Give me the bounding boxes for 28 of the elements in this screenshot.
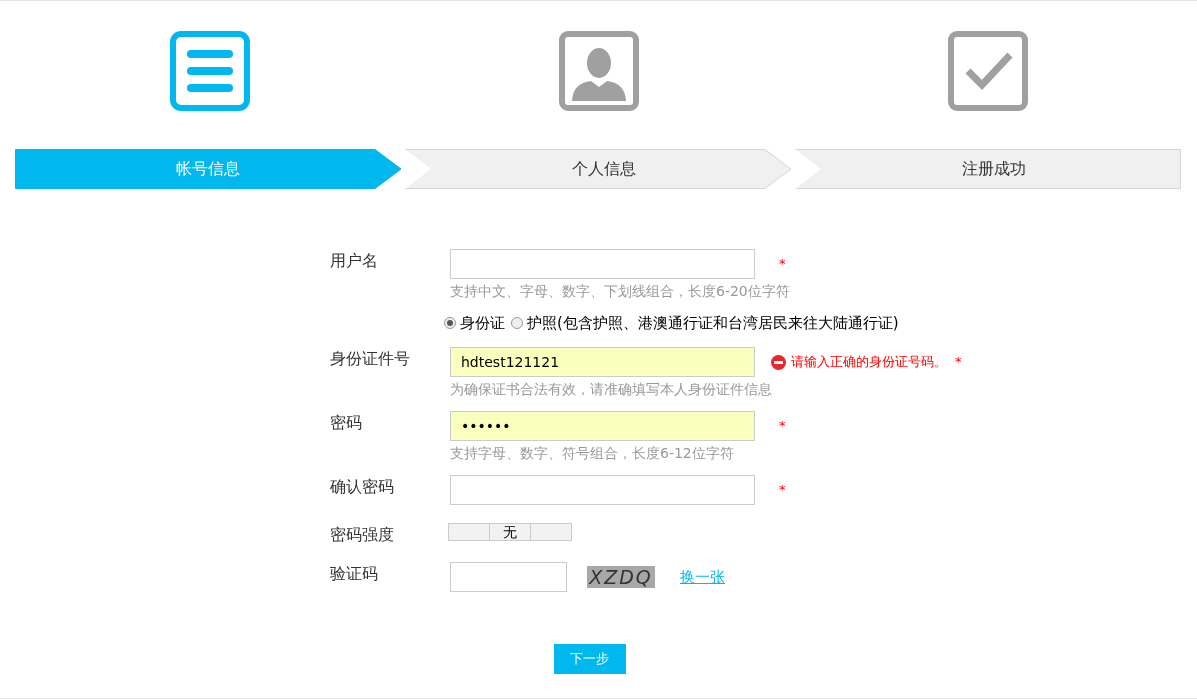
- required-mark: *: [955, 353, 962, 372]
- radio-button[interactable]: [511, 317, 523, 329]
- step-tab[interactable]: 个人信息: [405, 149, 791, 189]
- field-label: 用户名: [330, 250, 379, 272]
- field-label: 验证码: [330, 563, 379, 585]
- input-field[interactable]: [450, 249, 755, 279]
- field-hint: 支持字母、数字、符号组合，长度6-12位字符: [450, 444, 735, 463]
- error-icon: [771, 354, 786, 370]
- field-hint: 为确保证书合法有效，请准确填写本人身份证件信息: [450, 380, 773, 399]
- captcha-image: XZDQ: [587, 566, 655, 588]
- required-mark: *: [779, 481, 786, 500]
- required-mark: *: [779, 255, 786, 274]
- field-label: 身份证件号: [330, 348, 411, 370]
- field-label: 密码强度: [330, 524, 395, 546]
- required-mark: *: [779, 417, 786, 436]
- radio-label: 护照(包含护照、港澳通行证和台湾居民来往大陆通行证): [527, 312, 899, 334]
- input-field[interactable]: ••••••: [450, 411, 755, 441]
- step-tab[interactable]: 注册成功: [795, 149, 1181, 189]
- error-message: 请输入正确的身份证号码。: [791, 353, 947, 372]
- input-field[interactable]: [450, 562, 567, 592]
- field-label: 确认密码: [330, 476, 395, 498]
- field-label: 密码: [330, 412, 363, 434]
- input-field[interactable]: [450, 475, 755, 505]
- radio-button[interactable]: [444, 317, 456, 329]
- strength-reading: 无: [489, 524, 531, 540]
- field-hint: 支持中文、字母、数字、下划线组合，长度6-20位字符: [450, 282, 790, 301]
- radio-label: 身份证: [460, 312, 505, 334]
- input-field[interactable]: hdtest121121: [450, 347, 755, 377]
